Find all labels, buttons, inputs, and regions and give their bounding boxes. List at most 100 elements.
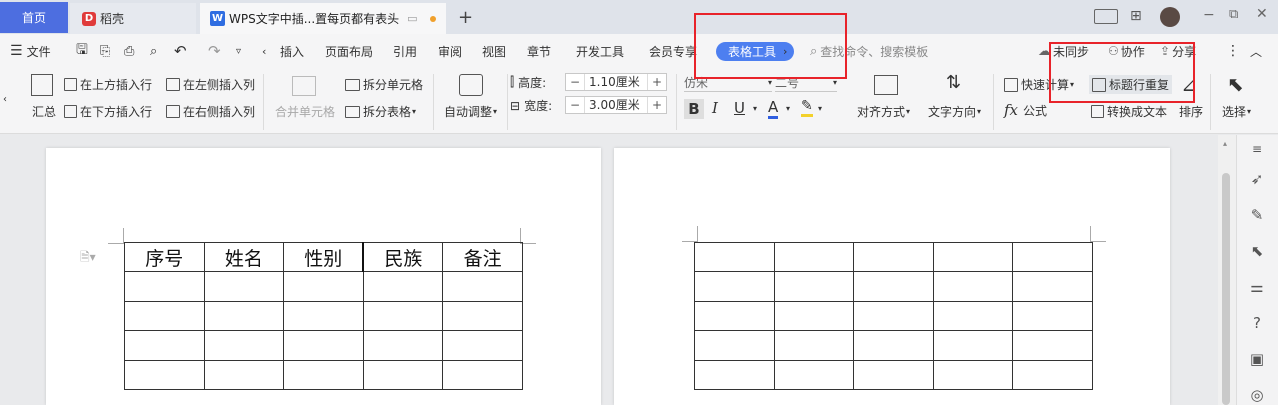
table-cell[interactable] [773,271,855,302]
table-cell[interactable] [283,359,364,390]
menu-developer[interactable]: 开发工具 [576,34,624,68]
table-cell[interactable] [203,300,285,332]
export-icon[interactable]: ⎘ [100,34,110,68]
table-cell[interactable] [853,330,934,361]
table-cell[interactable] [932,241,1014,273]
table-cell[interactable] [773,300,855,332]
table-cell[interactable] [853,271,934,302]
preview-icon[interactable]: ⌕ [150,34,157,68]
insert-row-above-button[interactable]: 在上方插入行 [64,76,152,93]
table-header-cell[interactable]: 性别 [283,241,364,273]
menu-view[interactable]: 视图 [482,34,506,68]
table-cell[interactable] [203,271,285,302]
more-quick-icon[interactable]: ▿ [236,34,241,68]
table-cell[interactable] [773,330,855,361]
table-cell[interactable] [442,271,523,302]
insert-col-left-button[interactable]: 在左侧插入列 [166,76,255,93]
rocket-icon[interactable]: ➶ [1247,169,1267,189]
height-stepper[interactable]: − 1.10厘米 + [565,73,667,91]
scroll-right-icon[interactable]: › [783,34,787,68]
menu-page-layout[interactable]: 页面布局 [325,34,373,68]
sort-button[interactable]: 排序 [1179,103,1203,120]
table-cell[interactable] [203,359,285,390]
table-header-cell[interactable]: 姓名 [203,241,285,273]
screen-icon[interactable]: ▭ [407,12,417,25]
table-cell[interactable] [694,271,775,302]
table-cell[interactable] [853,359,934,390]
table-cell[interactable] [442,300,523,332]
bold-icon[interactable]: B [684,99,704,119]
menu-references[interactable]: 引用 [393,34,417,68]
location-icon[interactable]: ◎ [1247,385,1267,405]
table-cell[interactable] [283,300,364,332]
table-cell[interactable] [124,271,205,302]
menu-review[interactable]: 审阅 [438,34,462,68]
convert-to-text-button[interactable]: 转换成文本 [1091,103,1167,120]
scroll-left-icon[interactable]: ‹ [262,34,266,68]
split-cell-button[interactable]: 拆分单元格 [345,76,423,93]
print-icon[interactable]: ⎙ [124,34,134,68]
summary-icon[interactable] [31,74,53,96]
dropdown-arrow-icon[interactable]: ▾ [786,104,790,113]
summary-button[interactable]: 汇总 [32,103,56,120]
table-cell[interactable] [932,300,1014,332]
autofit-button[interactable]: 自动调整 ▾ [444,103,497,120]
undo-icon[interactable]: ↶ [174,34,187,68]
table-cell[interactable] [1012,241,1093,273]
insert-col-right-button[interactable]: 在右侧插入列 [166,103,255,120]
font-size-select[interactable]: 二号 ▾ [775,74,837,92]
paragraph-handle-icon[interactable]: 🗎▾ [80,248,96,269]
sync-status[interactable]: ☁ 未同步 [1038,34,1089,68]
table-cell[interactable] [694,359,775,390]
height-decrease-button[interactable]: − [566,75,584,89]
menu-chapter[interactable]: 章节 [527,34,551,68]
more-options-icon[interactable]: ⋮ [1226,34,1240,68]
merge-cells-button[interactable]: 合并单元格 [275,103,335,120]
table-cell[interactable] [853,300,934,332]
table-cell[interactable] [442,359,523,390]
table-cell[interactable] [932,330,1014,361]
table-cell[interactable] [362,359,444,390]
save-icon[interactable]: 🖫 [76,34,88,68]
text-direction-button[interactable]: 文字方向 ▾ [928,103,981,120]
align-button[interactable]: 对齐方式 ▾ [857,103,910,120]
table-header-cell[interactable]: 民族 [362,241,444,273]
highlight-icon[interactable]: ✎ [801,98,813,117]
height-value[interactable]: 1.10厘米 [584,74,648,90]
grid-apps-icon[interactable]: ⊞ [1130,8,1142,24]
insert-row-below-button[interactable]: 在下方插入行 [64,103,152,120]
menu-insert[interactable]: 插入 [280,34,304,68]
layout-toggle-icon[interactable] [1094,9,1118,24]
table-cell[interactable] [694,300,775,332]
table-cell[interactable] [1012,271,1093,302]
tab-home[interactable]: 首页 [0,2,68,33]
restore-icon[interactable]: ⧉ [1229,7,1238,22]
scroll-thumb[interactable] [1222,173,1230,405]
table-cell[interactable] [283,271,364,302]
settings-slider-icon[interactable]: ⚌ [1247,277,1267,297]
command-search[interactable]: ⌕ 查找命令、搜索模板 [810,34,928,68]
table-cell[interactable] [932,359,1014,390]
table-page-2[interactable] [694,241,1093,390]
formula-button[interactable]: fx 公式 [1004,101,1047,119]
table-header-cell[interactable]: 序号 [124,241,205,273]
ribbon-scroll-left-icon[interactable]: ‹ [3,94,7,105]
table-cell[interactable] [773,359,855,390]
collapse-ribbon-icon[interactable]: ︿ [1250,34,1262,68]
italic-icon[interactable]: I [712,99,718,117]
table-cell[interactable] [932,271,1014,302]
table-cell[interactable] [1012,359,1093,390]
collab-button[interactable]: ⚇ 协作 [1108,34,1145,68]
table-cell[interactable] [362,271,444,302]
close-icon[interactable]: ✕ [1256,6,1268,22]
table-cell[interactable] [694,330,775,361]
new-tab-plus-icon[interactable]: + [458,7,473,28]
file-menu[interactable]: ☰ 文件 [10,34,51,68]
split-table-button[interactable]: 拆分表格 ▾ [345,103,416,120]
table-cell[interactable] [124,359,205,390]
minimize-icon[interactable]: − [1203,7,1215,23]
table-cell[interactable] [773,241,855,273]
width-increase-button[interactable]: + [648,98,666,112]
image-icon[interactable]: ▣ [1247,349,1267,369]
help-icon[interactable]: ? [1247,313,1267,333]
